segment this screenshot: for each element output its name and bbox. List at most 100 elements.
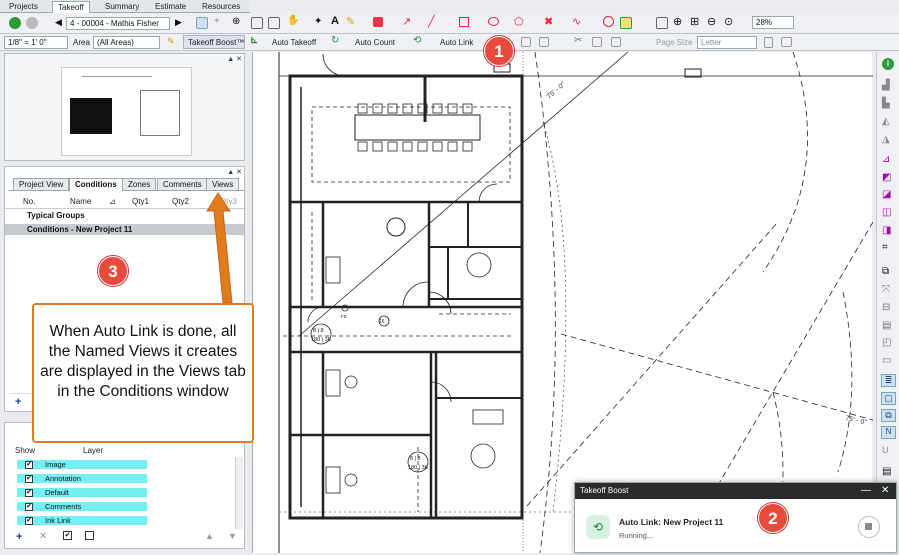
list-view-icon[interactable]: ≣ [881, 374, 896, 387]
zoom-level-select[interactable]: 28% [752, 16, 794, 29]
close-icon[interactable]: ✕ [881, 483, 889, 499]
takeoff-linear-icon[interactable]: ⊿ [882, 154, 890, 165]
zoom-in-icon[interactable]: ⊕ [673, 15, 682, 28]
zoom-icon[interactable]: ⊕ [232, 16, 240, 27]
grid-icon[interactable] [521, 37, 531, 47]
layer-row[interactable]: ✔ Annotation [17, 474, 147, 484]
layer-row[interactable]: ✔ Ink Link [17, 516, 147, 526]
col-qty1[interactable]: Qty1 [132, 197, 149, 206]
col-no[interactable]: No. [23, 197, 35, 206]
stamp-icon[interactable] [373, 17, 383, 27]
tab-takeoff[interactable]: Takeoff [52, 1, 90, 13]
ellipse-tool-icon[interactable] [488, 17, 499, 26]
measure-icon[interactable]: ◭ [882, 116, 890, 127]
angle-icon[interactable]: ◮ [882, 134, 890, 145]
zoom-out-icon[interactable]: ⊖ [707, 15, 716, 28]
checkbox-icon[interactable]: ✔ [25, 461, 33, 469]
layer-row[interactable]: ✔ Comments [17, 502, 147, 512]
add-condition-icon[interactable]: + [15, 396, 21, 408]
col-qty2[interactable]: Qty2 [172, 197, 189, 206]
crosshair-icon[interactable]: + [214, 16, 220, 27]
pan-hand-icon[interactable]: ✋ [287, 15, 299, 26]
takeoff-area-icon[interactable]: ◩ [882, 172, 891, 183]
text-tool-icon[interactable]: A [331, 15, 339, 27]
auto-takeoff-button[interactable]: Auto Takeoff [272, 38, 316, 47]
fit-page-icon[interactable] [268, 17, 280, 29]
scissors-icon[interactable]: ✂ [574, 35, 582, 46]
magic-wand-icon[interactable]: ✦ [314, 16, 322, 27]
page-select[interactable]: 4 - 00004 - Mathis Fisher [66, 17, 170, 30]
split-icon[interactable] [592, 37, 602, 47]
add-layer-icon[interactable]: + [16, 531, 22, 543]
split-view-icon[interactable]: ⊟ [882, 302, 890, 313]
conditions-panel-controls[interactable]: ▲ ✕ [227, 168, 242, 176]
play-tool-icon[interactable] [603, 16, 614, 27]
uncheck-all-icon[interactable] [85, 531, 94, 540]
overlay-icon[interactable]: ◰ [882, 337, 891, 348]
freehand-tool-icon[interactable]: ∿ [572, 15, 581, 28]
polygon-tool-icon[interactable]: ⬠ [514, 15, 524, 28]
layer-row[interactable]: ✔ Image [17, 460, 147, 470]
checkbox-icon[interactable]: ✔ [25, 475, 33, 483]
brush-icon[interactable]: ✎ [167, 36, 175, 47]
select-arrow-icon[interactable] [196, 17, 208, 29]
page-thumbnail[interactable] [61, 67, 192, 156]
col-name[interactable]: Name [70, 197, 91, 206]
checkbox-icon[interactable]: ✔ [25, 517, 33, 525]
named-view-icon[interactable]: N [881, 426, 896, 439]
takeoff-count-icon[interactable]: ◪ [882, 189, 891, 200]
tab-conditions[interactable]: Conditions [69, 178, 123, 191]
compare-icon[interactable]: ▭ [882, 355, 891, 366]
rectangle-tool-icon[interactable] [459, 17, 469, 27]
crop-icon[interactable]: ⌗ [882, 242, 888, 253]
zoom-area-icon[interactable]: ⊞ [690, 15, 699, 28]
tab-comments[interactable]: Comments [157, 178, 208, 190]
zoom-fit-icon[interactable]: ⊙ [724, 15, 733, 28]
layer-row[interactable]: ✔ Default [17, 488, 147, 498]
tab-project-view[interactable]: Project View [13, 178, 70, 190]
move-up-icon[interactable]: ▲ [205, 531, 214, 541]
info-icon[interactable]: i [882, 58, 894, 70]
notes-icon[interactable]: ▤ [882, 466, 891, 477]
forward-icon[interactable] [26, 17, 38, 29]
area-chart-icon[interactable]: ▙ [882, 98, 890, 109]
auto-link-button[interactable]: Auto Link [440, 38, 473, 47]
takeoff-attach-icon[interactable]: ◨ [882, 225, 891, 236]
takeoff-boost-button[interactable]: Takeoff Boost™ [183, 35, 245, 49]
area-select[interactable]: (All Areas) [93, 36, 160, 49]
pin-tool-icon[interactable]: ✖ [544, 15, 553, 28]
move-down-icon[interactable]: ▼ [228, 531, 237, 541]
note-tool-icon[interactable] [620, 17, 632, 29]
copy-icon[interactable] [611, 37, 621, 47]
table-icon[interactable] [539, 37, 549, 47]
scale-select[interactable]: 1/8" = 1' 0" [4, 36, 68, 49]
tab-resources[interactable]: Resources [197, 1, 245, 13]
print-icon[interactable] [781, 37, 792, 47]
line-tool-icon[interactable]: ╱ [428, 15, 435, 28]
zoom-page-icon[interactable] [656, 17, 668, 29]
chart-icon[interactable]: ▟ [882, 80, 890, 91]
tab-estimate[interactable]: Estimate [150, 1, 191, 13]
prev-page-icon[interactable]: ◀ [55, 17, 62, 28]
new-page-icon[interactable] [764, 37, 773, 48]
tab-projects[interactable]: Projects [4, 1, 43, 13]
thumbnail-panel-controls[interactable]: ▲ ✕ [227, 55, 242, 63]
delete-layer-icon[interactable]: ✕ [39, 531, 47, 542]
check-all-icon[interactable]: ✔ [63, 531, 72, 540]
arrow-tool-icon[interactable]: ↗ [402, 15, 411, 28]
layers-icon[interactable]: ⧉ [882, 266, 889, 277]
next-page-icon[interactable]: ▶ [175, 17, 182, 28]
checkbox-icon[interactable]: ✔ [25, 489, 33, 497]
back-icon[interactable] [9, 17, 21, 29]
expand-icon[interactable]: ⤧ [882, 284, 890, 295]
zoom-window-icon[interactable] [251, 17, 263, 29]
tab-zones[interactable]: Zones [122, 178, 157, 190]
checkbox-icon[interactable]: ✔ [25, 503, 33, 511]
user-icon[interactable]: U [882, 445, 889, 455]
drawing-canvas[interactable]: 75' - 0" 75' - 0" 8 | 8 180 | 36 8 | 8 1… [252, 51, 874, 554]
auto-count-button[interactable]: Auto Count [355, 38, 395, 47]
tab-summary[interactable]: Summary [100, 1, 144, 13]
minimize-icon[interactable]: — [861, 483, 871, 499]
takeoff-volume-icon[interactable]: ◫ [882, 207, 891, 218]
highlighter-icon[interactable]: ✎ [346, 15, 355, 28]
